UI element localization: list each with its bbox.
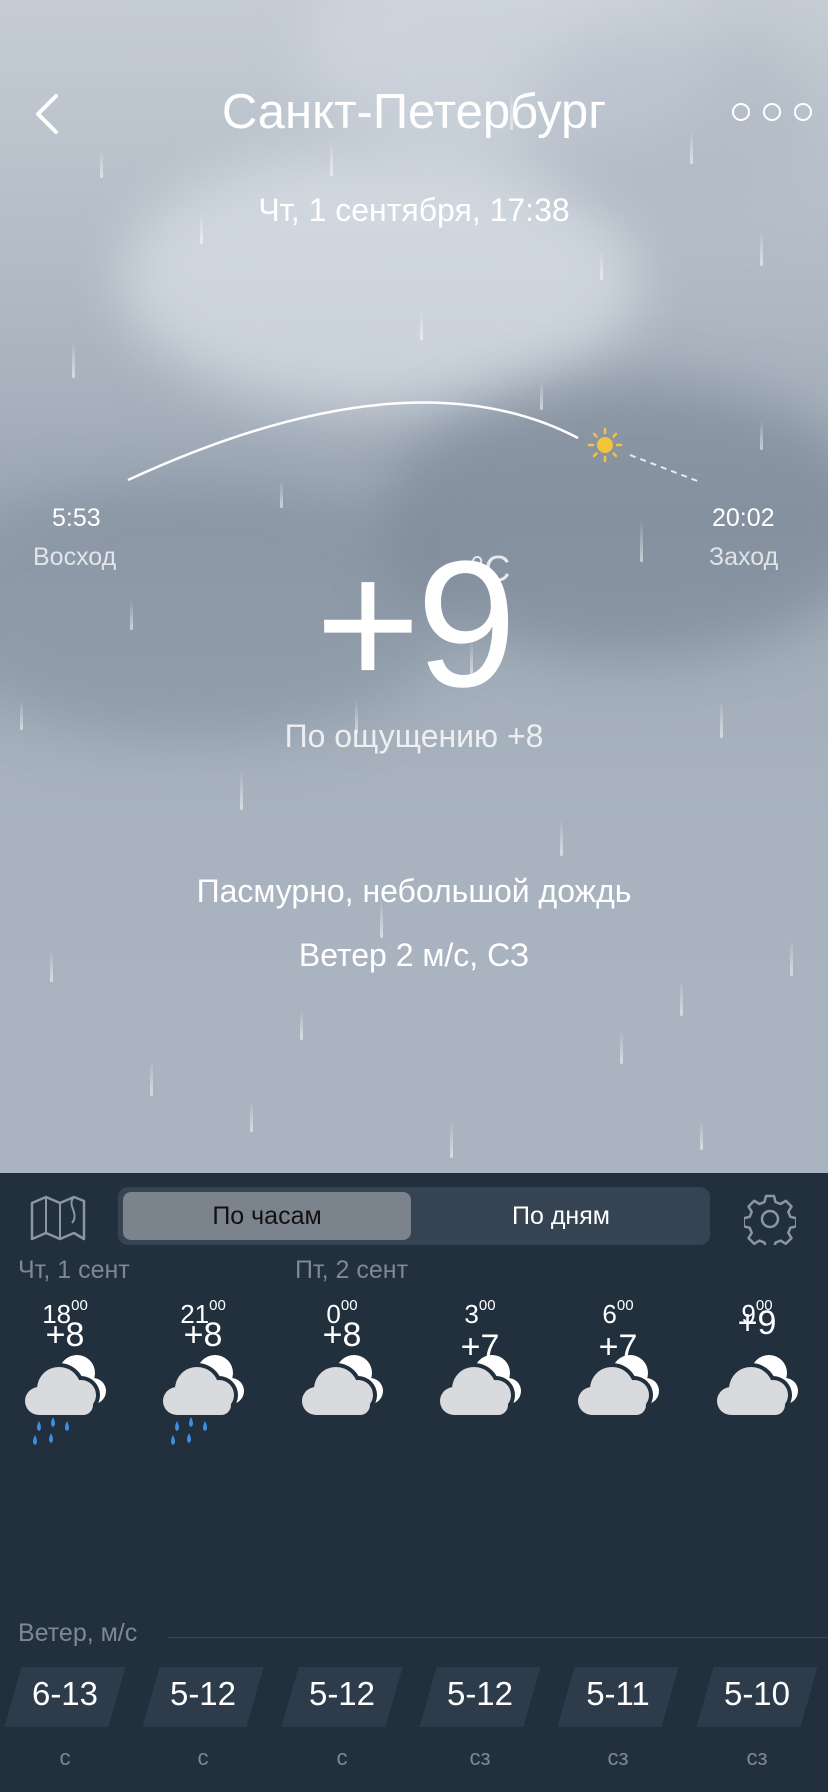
raindrop xyxy=(330,140,333,176)
current-datetime: Чт, 1 сентября, 17:38 xyxy=(258,192,570,228)
sun-path-arc xyxy=(127,401,701,483)
divider xyxy=(168,1637,828,1638)
raindrop xyxy=(72,340,75,378)
wind-direction: с xyxy=(197,1745,209,1770)
raindrop xyxy=(250,1100,253,1132)
condition-text: Пасмурно, небольшой дождь xyxy=(196,873,632,909)
day-label-today: Чт, 1 сент xyxy=(18,1256,130,1284)
wind-speed-cell: 6-13 xyxy=(4,1665,126,1731)
wind-speed-cell: 5-11 xyxy=(557,1665,679,1731)
wind-speed: 5-11 xyxy=(586,1675,650,1712)
wind-speed-cell: 5-12 xyxy=(142,1665,264,1731)
raindrop xyxy=(420,310,423,340)
raindrop xyxy=(150,1060,153,1096)
gear-icon[interactable] xyxy=(744,1193,796,1245)
raindrop xyxy=(700,1120,703,1150)
weather-hero: Санкт-Петербург Чт, 1 сентября, 17:38 5:… xyxy=(0,0,828,1173)
wind-text: Ветер 2 м/с, СЗ xyxy=(298,937,530,973)
wind-speed: 5-10 xyxy=(723,1675,791,1712)
sunrise-time: 5:53 xyxy=(52,504,101,532)
hour-temperature: +8 xyxy=(45,1316,85,1354)
map-icon[interactable] xyxy=(28,1191,88,1245)
hour-temperature: +8 xyxy=(322,1316,362,1354)
current-temperature: +9 xyxy=(315,524,516,725)
wind-speed-cell: 5-12 xyxy=(419,1665,541,1731)
forecast-panel: По часам По дням Чт, 1 сент Пт, 2 сент 1… xyxy=(0,1173,828,1792)
wind-direction: сз xyxy=(469,1745,491,1770)
day-label-tomorrow: Пт, 2 сент xyxy=(295,1256,409,1284)
more-options-icon[interactable] xyxy=(732,98,812,126)
raindrop xyxy=(560,820,563,856)
hour-label: 600 xyxy=(602,1297,634,1329)
hour-temperature: +9 xyxy=(737,1304,777,1342)
hour-temperature: +7 xyxy=(598,1328,638,1366)
raindrop xyxy=(300,1010,303,1040)
wind-speed: 6-13 xyxy=(31,1675,99,1712)
wind-direction: с xyxy=(59,1745,71,1770)
wind-direction: сз xyxy=(746,1745,768,1770)
city-title: Санкт-Петербург xyxy=(221,85,607,139)
wind-direction: с xyxy=(336,1745,348,1770)
raindrop xyxy=(450,1120,453,1158)
temperature-line xyxy=(0,1493,828,1593)
feels-like: По ощущению +8 xyxy=(284,718,544,754)
wind-speed-cell: 5-10 xyxy=(696,1665,818,1731)
raindrop xyxy=(240,770,243,810)
wind-speed: 5-12 xyxy=(446,1675,514,1712)
wind-speed: 5-12 xyxy=(308,1675,376,1712)
raindrop xyxy=(760,230,763,266)
tab-hourly[interactable]: По часам xyxy=(123,1192,411,1240)
raindrop xyxy=(100,150,103,178)
wind-speed: 5-12 xyxy=(169,1675,237,1712)
cloudy-icon xyxy=(707,1333,807,1448)
tab-daily[interactable]: По дням xyxy=(417,1192,705,1240)
hour-temperature: +7 xyxy=(460,1328,500,1366)
wind-section-title: Ветер, м/с xyxy=(18,1619,138,1647)
wind-direction: сз xyxy=(607,1745,629,1770)
raindrop xyxy=(600,250,603,280)
hour-temperature: +8 xyxy=(183,1316,223,1354)
sunset-time: 20:02 xyxy=(712,504,775,532)
view-toggle: По часам По дням xyxy=(118,1187,710,1245)
raindrop xyxy=(620,1030,623,1064)
temperature-unit: °C xyxy=(470,548,511,589)
wind-speed-cell: 5-12 xyxy=(281,1665,403,1731)
hour-label: 300 xyxy=(464,1297,496,1329)
sun-icon xyxy=(587,427,623,463)
raindrop xyxy=(680,980,683,1016)
